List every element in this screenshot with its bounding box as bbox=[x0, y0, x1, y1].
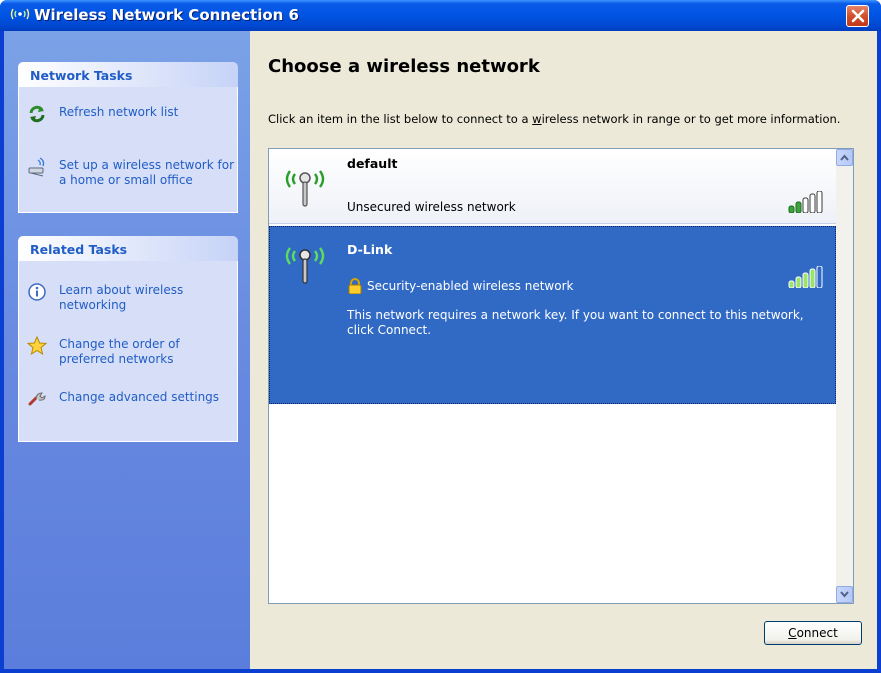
star-icon bbox=[27, 336, 47, 356]
change-advanced-settings-label: Change advanced settings bbox=[59, 390, 220, 404]
lock-icon bbox=[348, 278, 362, 294]
close-button[interactable] bbox=[846, 5, 869, 27]
chevron-up-icon bbox=[840, 154, 849, 161]
network-status-text: Security-enabled wireless network bbox=[367, 279, 574, 293]
instructions-text: Click an item in the list below to conne… bbox=[268, 113, 848, 126]
signal-bar bbox=[816, 191, 823, 213]
network-item-default[interactable]: default Unsecured wireless network bbox=[269, 149, 836, 224]
chevron-down-icon bbox=[840, 591, 849, 598]
learn-wireless-label: Learn about wireless networking bbox=[59, 283, 184, 312]
signal-bar bbox=[795, 276, 802, 288]
setup-wireless-network-label: Set up a wireless network for a home or … bbox=[59, 158, 235, 187]
title-bar[interactable]: Wireless Network Connection 6 bbox=[0, 0, 881, 31]
signal-strength-icon bbox=[788, 191, 823, 213]
signal-bar bbox=[788, 280, 795, 288]
wireless-antenna-icon bbox=[285, 170, 325, 207]
info-icon bbox=[28, 283, 46, 301]
refresh-icon bbox=[29, 105, 45, 123]
network-name: D-Link bbox=[347, 242, 393, 257]
related-tasks-title: Related Tasks bbox=[30, 242, 128, 257]
wireless-title-icon bbox=[10, 8, 30, 20]
close-icon bbox=[851, 9, 865, 23]
related-tasks-group: Related Tasks Learn about wireless netwo… bbox=[18, 236, 238, 442]
connect-button[interactable]: Connect bbox=[764, 621, 862, 645]
signal-bar bbox=[809, 193, 816, 213]
network-name: default bbox=[347, 156, 398, 171]
signal-bar bbox=[788, 205, 795, 213]
scroll-up-button[interactable] bbox=[836, 149, 853, 166]
wireless-setup-icon bbox=[28, 157, 45, 177]
instructions-suffix: ireless network in range or to get more … bbox=[541, 112, 841, 126]
refresh-network-list-label: Refresh network list bbox=[59, 105, 179, 119]
vertical-scrollbar[interactable] bbox=[836, 149, 853, 603]
signal-bar bbox=[802, 272, 809, 288]
network-description: This network requires a network key. If … bbox=[347, 308, 804, 337]
page-title: Choose a wireless network bbox=[268, 56, 540, 77]
window-title: Wireless Network Connection 6 bbox=[34, 6, 299, 24]
connect-accel: C bbox=[788, 626, 797, 640]
task-pane: Network Tasks Refresh network list Set u… bbox=[4, 31, 250, 669]
connect-suffix: onnect bbox=[796, 626, 838, 640]
network-item-dlink[interactable]: D-Link Security-enabled wireless network… bbox=[269, 226, 836, 404]
main-content: Choose a wireless network Click an item … bbox=[250, 31, 877, 669]
network-tasks-header: Network Tasks bbox=[18, 62, 238, 87]
related-tasks-body: Learn about wireless networking Change t… bbox=[18, 261, 238, 442]
instructions-accel: w bbox=[532, 112, 542, 126]
network-tasks-title: Network Tasks bbox=[30, 68, 133, 83]
signal-bar bbox=[809, 268, 816, 288]
network-tasks-group: Network Tasks Refresh network list Set u… bbox=[18, 62, 238, 213]
wireless-network-window: Wireless Network Connection 6 Network Ta… bbox=[0, 0, 881, 673]
wireless-antenna-icon bbox=[285, 247, 325, 284]
network-status: Unsecured wireless network bbox=[347, 200, 516, 214]
network-list[interactable]: default Unsecured wireless network D-Lin… bbox=[268, 148, 854, 604]
network-status: Security-enabled wireless network bbox=[347, 278, 573, 294]
signal-bar bbox=[795, 201, 802, 213]
instructions-prefix: Click an item in the list below to conne… bbox=[268, 112, 533, 126]
settings-icon bbox=[28, 392, 46, 406]
signal-strength-icon bbox=[788, 266, 823, 288]
network-tasks-body: Refresh network list Set up a wireless n… bbox=[18, 87, 238, 213]
signal-bar bbox=[802, 197, 809, 213]
client-area: Network Tasks Refresh network list Set u… bbox=[4, 31, 877, 669]
change-preferred-order-label: Change the order of preferred networks bbox=[59, 337, 180, 366]
scroll-down-button[interactable] bbox=[836, 586, 853, 603]
related-tasks-header: Related Tasks bbox=[18, 236, 238, 261]
network-list-items: default Unsecured wireless network D-Lin… bbox=[269, 149, 836, 603]
signal-bar bbox=[816, 266, 823, 288]
